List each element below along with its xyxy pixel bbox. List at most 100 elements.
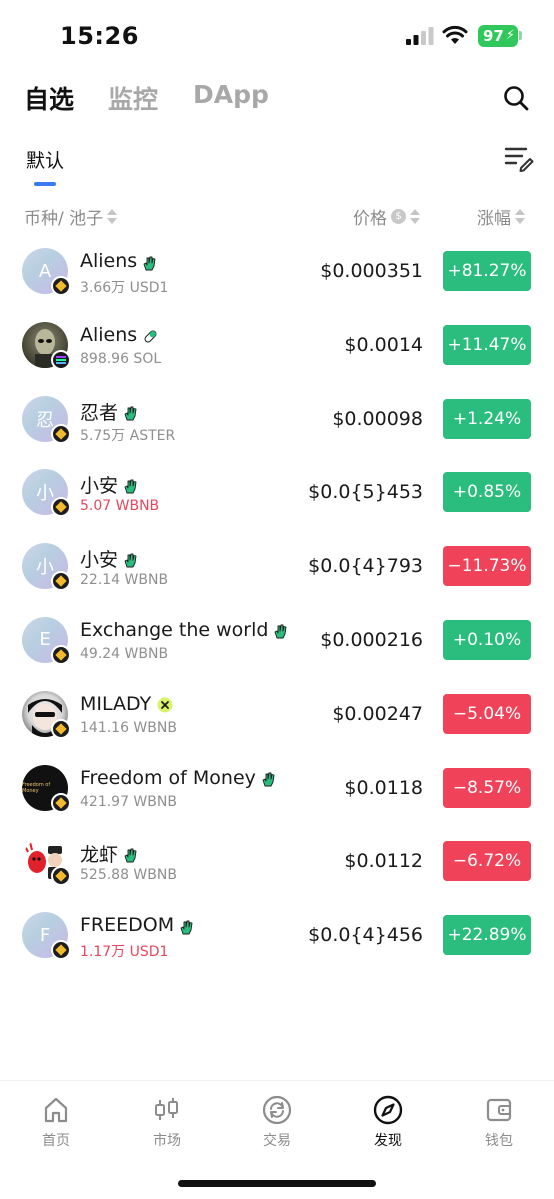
token-name-text: 小安 [80, 475, 119, 498]
nav-trade-label: 交易 [263, 1133, 291, 1149]
token-name-text: 忍者 [80, 401, 119, 424]
price-change-badge[interactable]: −5.04% [443, 693, 531, 734]
token-row[interactable]: A Aliens 3.66万 USD1 $0.000351 +81.27% [0, 236, 554, 310]
home-indicator [178, 1180, 376, 1187]
token-row[interactable]: 小小安 22.14 WBNB $0.0{4}793 −11.73% [0, 531, 554, 605]
dollar-info-icon: $ [391, 209, 406, 224]
price-change-badge[interactable]: +0.10% [443, 619, 531, 660]
token-row[interactable]: 忍 忍者 5.75万 ASTER $0.00098 +1.24% [0, 384, 554, 458]
token-price: $0.0112 [344, 850, 423, 873]
price-change-badge[interactable]: +1.24% [443, 398, 531, 439]
hand-badge-icon [124, 846, 137, 863]
token-price: $0.0014 [344, 333, 423, 356]
bnb-chain-icon [51, 718, 71, 739]
token-name-text: FREEDOM [80, 914, 175, 937]
bnb-chain-icon [51, 644, 71, 665]
tab-watchlist[interactable]: 自选 [24, 80, 74, 116]
token-row[interactable]: Freedom of Money Freedom of Money 421.97 W… [0, 753, 554, 827]
edit-list-icon[interactable] [504, 144, 534, 172]
token-name: Aliens [80, 250, 156, 272]
hand-badge-icon [124, 551, 137, 568]
top-tabs: 自选 监控 DApp [24, 80, 534, 120]
swap-icon [262, 1095, 292, 1125]
nav-market-label: 市场 [153, 1133, 181, 1149]
token-name: 小安 [80, 471, 137, 498]
price-change-badge[interactable]: −6.72% [443, 841, 531, 882]
price-change-badge[interactable]: +22.89% [443, 915, 531, 956]
token-liquidity: 5.07 WBNB [80, 498, 160, 515]
candlestick-icon [155, 1098, 178, 1120]
token-name-text: Exchange the world [80, 618, 269, 641]
solana-chain-icon [51, 349, 71, 370]
sort-by-price[interactable]: 价格 $ [353, 204, 420, 229]
sort-arrows-icon [107, 208, 118, 225]
nav-market[interactable]: 市场 [127, 1095, 207, 1155]
token-row[interactable]: 小小安 5.07 WBNB $0.0{5}453 +0.85% [0, 457, 554, 531]
search-icon[interactable] [502, 84, 530, 112]
avatar-text: Freedom of Money [22, 781, 51, 794]
price-change-badge[interactable]: +81.27% [443, 251, 531, 291]
nav-wallet-label: 钱包 [485, 1133, 513, 1149]
token-name-text: Aliens [80, 250, 138, 272]
token-row[interactable]: E Exchange the world 49.24 WBNB $0.000216 +0… [0, 605, 554, 679]
compass-icon [373, 1095, 403, 1125]
hand-badge-icon [262, 770, 275, 787]
price-change-badge[interactable]: +0.85% [443, 472, 531, 513]
status-time: 15:26 [60, 22, 139, 50]
nav-trade[interactable]: 交易 [237, 1095, 317, 1155]
sort-arrows-icon [515, 208, 525, 225]
home-icon [44, 1097, 68, 1123]
token-name-text: Aliens [80, 323, 138, 346]
price-change-badge[interactable]: −8.57% [443, 767, 531, 808]
charging-bolt-icon: ⚡ [505, 28, 515, 43]
column-headers: 币种/ 池子 价格 $ 涨幅 [24, 204, 534, 229]
sort-by-name[interactable]: 币种/ 池子 [24, 204, 118, 229]
nav-wallet[interactable]: 钱包 [459, 1095, 539, 1155]
token-row[interactable]: MILADY 141.16 WBNB $0.00247 −5.04% [0, 679, 554, 753]
nav-discover-label: 发现 [374, 1133, 402, 1149]
token-liquidity: 5.75万 ASTER [80, 427, 176, 444]
token-name: FREEDOM [80, 914, 193, 936]
bnb-chain-icon [51, 497, 71, 518]
token-liquidity: 141.16 WBNB [80, 719, 177, 736]
token-price: $0.00247 [332, 702, 423, 725]
token-price: $0.0118 [344, 776, 423, 799]
hand-badge-icon [124, 477, 137, 494]
nav-discover[interactable]: 发现 [348, 1095, 428, 1155]
token-name: Freedom of Money [80, 767, 275, 789]
status-bar: 15:26 97 ⚡ [0, 0, 554, 72]
token-liquidity: 898.96 SOL [80, 350, 162, 367]
token-price: $0.0{4}456 [308, 924, 423, 947]
sub-tab-default[interactable]: 默认 [26, 146, 64, 173]
tab-dapp[interactable]: DApp [193, 80, 269, 109]
bnb-chain-icon [51, 571, 71, 592]
hand-badge-icon [180, 918, 193, 935]
sort-by-change[interactable]: 涨幅 [477, 204, 525, 229]
token-list: A Aliens 3.66万 USD1 $0.000351 +81.27% Aliens 8… [0, 236, 554, 974]
price-change-badge[interactable]: +11.47% [443, 324, 531, 365]
pill-badge-icon [143, 327, 157, 343]
price-change-badge[interactable]: −11.73% [443, 546, 531, 587]
sub-tabs: 默认 [24, 140, 534, 190]
wifi-icon [442, 25, 468, 44]
token-row[interactable]: Aliens 898.96 SOL $0.0014 +11.47% [0, 310, 554, 384]
token-liquidity: 525.88 WBNB [80, 867, 177, 884]
avatar-letter: 忍 [36, 409, 54, 431]
column-name-label: 币种/ 池子 [24, 209, 104, 229]
bnb-chain-icon [51, 276, 71, 296]
nav-home[interactable]: 首页 [16, 1095, 96, 1155]
battery-indicator: 97 ⚡ [478, 25, 518, 47]
token-liquidity: 1.17万 USD1 [80, 944, 169, 961]
token-price: $0.00098 [332, 407, 423, 430]
hand-badge-icon [274, 622, 287, 639]
token-liquidity: 421.97 WBNB [80, 793, 177, 810]
tab-monitor[interactable]: 监控 [108, 80, 158, 116]
token-liquidity: 3.66万 USD1 [80, 280, 169, 296]
token-price: $0.0{4}793 [308, 555, 423, 578]
wallet-icon [486, 1098, 512, 1122]
hand-badge-icon [124, 404, 137, 421]
token-row[interactable]: F FREEDOM 1.17万 USD1 $0.0{4}456 +22.89% [0, 900, 554, 974]
token-row[interactable]: 龙虾 525.88 WBNB $0.0112 −6.72% [0, 826, 554, 900]
token-name-text: 小安 [80, 549, 119, 572]
avatar-letter: F [39, 924, 51, 946]
